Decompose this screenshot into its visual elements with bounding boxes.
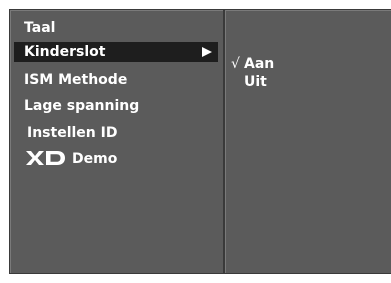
osd-menu-screen: Taal Kinderslot ISM Methode Lage spannin… <box>0 0 391 283</box>
menu-item-label: Kinderslot <box>24 44 106 60</box>
check-icon: √ <box>231 56 240 72</box>
menu-item-label: Demo <box>72 151 118 167</box>
menu-item-instellen-id[interactable]: Instellen ID <box>14 123 218 143</box>
submenu-option-uit[interactable]: Uit <box>244 73 267 91</box>
main-menu-panel: Taal Kinderslot ISM Methode Lage spannin… <box>9 9 224 274</box>
menu-item-ism-methode[interactable]: ISM Methode <box>14 70 218 90</box>
menu-item-label: ISM Methode <box>24 72 128 88</box>
submenu-panel: √ Aan Uit <box>224 9 391 274</box>
menu-item-taal[interactable]: Taal <box>14 18 218 38</box>
submenu-option-aan[interactable]: Aan <box>244 55 274 73</box>
menu-item-label: Lage spanning <box>24 98 140 114</box>
menu-item-demo[interactable]: Demo <box>14 149 218 169</box>
menu-item-kinderslot[interactable]: Kinderslot <box>14 42 218 62</box>
right-arrow-icon <box>202 47 212 57</box>
menu-item-label: Taal <box>24 20 56 36</box>
menu-item-label: Instellen ID <box>27 125 118 141</box>
menu-item-lage-spanning[interactable]: Lage spanning <box>14 96 218 116</box>
submenu-option-label: Uit <box>244 74 267 90</box>
submenu-option-label: Aan <box>244 56 275 72</box>
xd-logo-icon <box>26 150 65 165</box>
